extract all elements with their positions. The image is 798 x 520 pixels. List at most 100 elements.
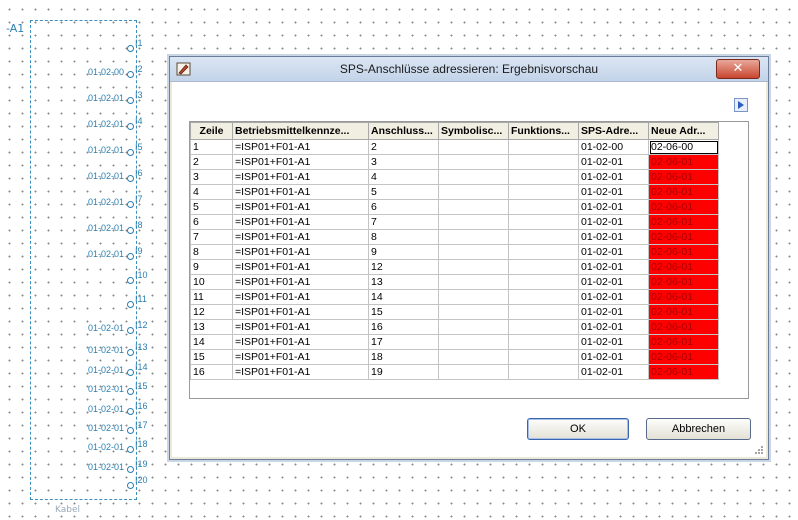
new-address-cell[interactable]: 02-06-01 [648, 364, 719, 380]
pin-connector-icon [127, 301, 134, 308]
table-row[interactable]: 8 =ISP01+F01-A1 9 01-02-01 02-06-01 [190, 244, 719, 260]
pin-address: 01-02-01 [88, 249, 125, 259]
plc-pin-row: 01-02-01 I3 [0, 90, 165, 107]
table-cell: 01-02-01 [578, 289, 649, 305]
table-cell: 13 [190, 319, 233, 335]
plc-pin-row: 01-02-01 I8 [0, 220, 165, 237]
table-row[interactable]: 14 =ISP01+F01-A1 17 01-02-01 02-06-01 [190, 334, 719, 350]
new-address-cell[interactable]: 02-06-00 [648, 139, 719, 155]
pin-connector-icon [127, 123, 134, 130]
table-row[interactable]: 12 =ISP01+F01-A1 15 01-02-01 02-06-01 [190, 304, 719, 320]
table-cell: 01-02-01 [578, 319, 649, 335]
new-address-cell[interactable]: 02-06-01 [648, 229, 719, 245]
plc-pin-row: I20 [0, 475, 165, 492]
cancel-button[interactable]: Abbrechen [646, 418, 751, 440]
table-cell [438, 184, 509, 200]
pin-connector-icon [127, 466, 134, 473]
column-header[interactable]: Anschluss... [368, 122, 439, 140]
plc-pin-row: 01-02-01 I17 [0, 420, 165, 437]
column-header[interactable]: Zeile [190, 122, 233, 140]
new-address-cell[interactable]: 02-06-01 [648, 184, 719, 200]
pin-connector-icon [127, 97, 134, 104]
new-address-cell[interactable]: 02-06-01 [648, 154, 719, 170]
table-cell [508, 304, 579, 320]
table-cell: 6 [190, 214, 233, 230]
table-row[interactable]: 3 =ISP01+F01-A1 4 01-02-01 02-06-01 [190, 169, 719, 185]
column-header[interactable]: Funktions... [508, 122, 579, 140]
table-cell: 12 [368, 259, 439, 275]
plc-pin-row: 01-02-01 I15 [0, 381, 165, 398]
table-row[interactable]: 9 =ISP01+F01-A1 12 01-02-01 02-06-01 [190, 259, 719, 275]
column-header[interactable]: Betriebsmittelkennze... [232, 122, 369, 140]
table-row[interactable]: 7 =ISP01+F01-A1 8 01-02-01 02-06-01 [190, 229, 719, 245]
close-button[interactable]: ✕ [716, 59, 760, 79]
new-address-cell[interactable]: 02-06-01 [648, 349, 719, 365]
table-cell [438, 319, 509, 335]
new-address-cell[interactable]: 02-06-01 [648, 259, 719, 275]
pin-connector-icon [127, 253, 134, 260]
table-row[interactable]: 16 =ISP01+F01-A1 19 01-02-01 02-06-01 [190, 364, 719, 380]
table-cell: =ISP01+F01-A1 [232, 154, 369, 170]
table-row[interactable]: 5 =ISP01+F01-A1 6 01-02-01 02-06-01 [190, 199, 719, 215]
table-cell: 12 [190, 304, 233, 320]
table-row[interactable]: 10 =ISP01+F01-A1 13 01-02-01 02-06-01 [190, 274, 719, 290]
table-cell: 01-02-01 [578, 199, 649, 215]
new-address-cell[interactable]: 02-06-01 [648, 274, 719, 290]
new-address-cell[interactable]: 02-06-01 [648, 169, 719, 185]
dialog-body: Zeile Betriebsmittelkennze... Anschluss...… [172, 82, 766, 457]
column-header[interactable]: Symbolisc... [438, 122, 509, 140]
table-cell [508, 184, 579, 200]
table-cell [508, 214, 579, 230]
new-address-cell[interactable]: 02-06-01 [648, 319, 719, 335]
table-cell: 9 [368, 244, 439, 260]
table-cell: 4 [368, 169, 439, 185]
table-cell: 01-02-01 [578, 349, 649, 365]
table-row[interactable]: 15 =ISP01+F01-A1 18 01-02-01 02-06-01 [190, 349, 719, 365]
table-cell: 16 [190, 364, 233, 380]
table-cell [508, 334, 579, 350]
pin-connector-icon [127, 408, 134, 415]
table-cell: =ISP01+F01-A1 [232, 139, 369, 155]
pin-connector-icon [127, 201, 134, 208]
table-cell: 14 [190, 334, 233, 350]
table-cell: 5 [368, 184, 439, 200]
table-cell: 01-02-01 [578, 244, 649, 260]
table-cell: 14 [368, 289, 439, 305]
table-cell [438, 259, 509, 275]
table-row[interactable]: 4 =ISP01+F01-A1 5 01-02-01 02-06-01 [190, 184, 719, 200]
plc-pin-row: 01-02-01 I14 [0, 362, 165, 379]
pin-address: 01-02-01 [88, 197, 125, 207]
table-row[interactable]: 1 =ISP01+F01-A1 2 01-02-00 02-06-00 [190, 139, 719, 155]
pin-connector-icon [127, 327, 134, 334]
column-header[interactable]: Neue Adr... [648, 122, 719, 140]
dialog-titlebar[interactable]: SPS-Anschlüsse adressieren: Ergebnisvors… [170, 57, 768, 82]
new-address-cell[interactable]: 02-06-01 [648, 214, 719, 230]
ok-button[interactable]: OK [527, 418, 629, 440]
resize-grip-icon[interactable] [754, 445, 764, 455]
plc-pin-row: 01-02-01 I13 [0, 342, 165, 359]
table-cell: 5 [190, 199, 233, 215]
table-row[interactable]: 11 =ISP01+F01-A1 14 01-02-01 02-06-01 [190, 289, 719, 305]
table-row[interactable]: 6 =ISP01+F01-A1 7 01-02-01 02-06-01 [190, 214, 719, 230]
expand-arrow-icon[interactable] [734, 98, 748, 112]
new-address-cell[interactable]: 02-06-01 [648, 289, 719, 305]
new-address-cell[interactable]: 02-06-01 [648, 304, 719, 320]
pin-connector-icon [127, 175, 134, 182]
new-address-cell[interactable]: 02-06-01 [648, 334, 719, 350]
pin-number: I11 [135, 294, 147, 304]
column-header[interactable]: SPS-Adre... [578, 122, 649, 140]
table-cell: =ISP01+F01-A1 [232, 229, 369, 245]
pin-number: I13 [135, 342, 148, 352]
results-grid[interactable]: Zeile Betriebsmittelkennze... Anschluss...… [189, 121, 749, 399]
pin-connector-icon [127, 227, 134, 234]
table-row[interactable]: 2 =ISP01+F01-A1 3 01-02-01 02-06-01 [190, 154, 719, 170]
table-cell [508, 229, 579, 245]
new-address-cell[interactable]: 02-06-01 [648, 199, 719, 215]
kabel-label: Kabel [55, 505, 81, 515]
pin-address: 01-02-01 [88, 93, 125, 103]
table-cell: =ISP01+F01-A1 [232, 274, 369, 290]
new-address-cell[interactable]: 02-06-01 [648, 244, 719, 260]
table-row[interactable]: 13 =ISP01+F01-A1 16 01-02-01 02-06-01 [190, 319, 719, 335]
plc-pin-row: I10 [0, 270, 165, 287]
pin-address: 01-02-01 [88, 404, 125, 414]
